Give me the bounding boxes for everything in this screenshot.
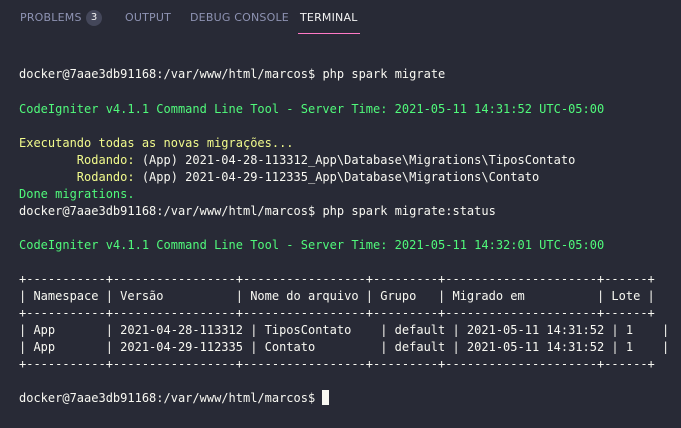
terminal-line-banner-2: CodeIgniter v4.1.1 Command Line Tool - S… [19, 238, 605, 252]
panel-tab-bar: PROBLEMS 3 OUTPUT DEBUG CONSOLE TERMINAL [0, 0, 681, 36]
terminal-line-command-2: docker@7aae3db91168:/var/www/html/marcos… [19, 203, 496, 220]
terminal-line-final-prompt[interactable]: docker@7aae3db91168:/var/www/html/marcos… [19, 390, 330, 407]
terminal-line-banner-1: CodeIgniter v4.1.1 Command Line Tool - S… [19, 102, 605, 116]
table-border-bottom: +-----------+-----------------+---------… [19, 357, 655, 371]
terminal-cursor [322, 390, 330, 405]
rodando-path: (App) 2021-04-28-113312_App\Database\Mig… [134, 153, 576, 167]
table-row: | App | 2021-04-28-113312 | TiposContato… [19, 323, 670, 337]
command-text: php spark migrate:status [315, 204, 496, 218]
prompt: docker@7aae3db91168:/var/www/html/marcos… [19, 204, 316, 218]
rodando-label: Rodando: [76, 170, 135, 184]
terminal-line-executing: Executando todas as novas migrações... [19, 136, 294, 150]
tab-debug-console[interactable]: DEBUG CONSOLE [190, 0, 289, 36]
terminal-output[interactable]: docker@7aae3db91168:/var/www/html/marcos… [19, 66, 681, 428]
terminal-line-command-1: docker@7aae3db91168:/var/www/html/marcos… [19, 66, 445, 83]
terminal-line-rodando-2: Rodando: (App) 2021-04-29-112335_App\Dat… [19, 169, 539, 186]
rodando-label: Rodando: [76, 153, 135, 167]
terminal-line-rodando-1: Rodando: (App) 2021-04-28-113312_App\Dat… [19, 152, 576, 169]
table-border-mid: +-----------+-----------------+---------… [19, 306, 655, 320]
problems-count-badge: 3 [86, 10, 102, 26]
terminal-line-done: Done migrations. [19, 187, 135, 201]
prompt: docker@7aae3db91168:/var/www/html/marcos… [19, 67, 316, 81]
table-border-top: +-----------+-----------------+---------… [19, 272, 655, 286]
table-header-row: | Namespace | Versão | Nome do arquivo |… [19, 289, 655, 303]
table-row: | App | 2021-04-29-112335 | Contato | de… [19, 340, 670, 354]
tab-terminal[interactable]: TERMINAL [298, 0, 360, 36]
prompt: docker@7aae3db91168:/var/www/html/marcos… [19, 391, 316, 405]
rodando-path: (App) 2021-04-29-112335_App\Database\Mig… [134, 170, 540, 184]
tab-problems[interactable]: PROBLEMS [20, 0, 82, 36]
tab-output[interactable]: OUTPUT [125, 0, 171, 36]
command-text: php spark migrate [315, 67, 446, 81]
